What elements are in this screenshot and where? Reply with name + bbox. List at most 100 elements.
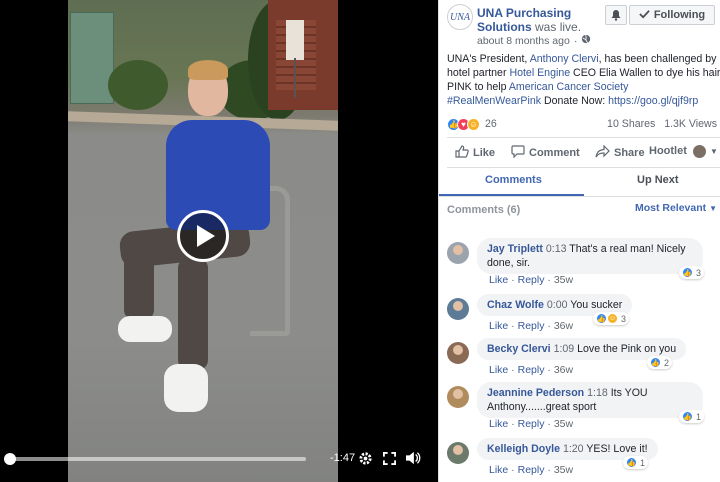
commenter-name[interactable]: Kelleigh Doyle xyxy=(487,443,560,455)
comment-reactions[interactable]: 👍 3 xyxy=(679,266,705,279)
comment-reply-link[interactable]: Reply xyxy=(518,274,545,286)
commenter-avatar[interactable] xyxy=(447,298,469,320)
like-button[interactable]: Like xyxy=(455,145,495,161)
comment-reply-link[interactable]: Reply xyxy=(518,364,545,376)
progress-bar[interactable] xyxy=(10,457,306,461)
hootlet-button[interactable]: Hootlet xyxy=(649,145,687,157)
comment-timestamp[interactable]: 0:13 xyxy=(546,243,567,255)
tab-up-next[interactable]: Up Next xyxy=(637,174,679,186)
commenter-name[interactable]: Jeannine Pederson xyxy=(487,387,584,399)
comment-like-link[interactable]: Like xyxy=(489,464,508,476)
comment-timestamp[interactable]: 1:18 xyxy=(587,387,608,399)
commenter-avatar[interactable] xyxy=(447,386,469,408)
notification-bell-icon[interactable] xyxy=(605,5,627,25)
comment-text: Anthony.......great sport xyxy=(487,401,597,413)
comment-label: Comment xyxy=(529,147,580,159)
comment-timestamp[interactable]: 1:20 xyxy=(563,443,584,455)
commenter-name[interactable]: Chaz Wolfe xyxy=(487,299,544,311)
reaction-count: 2 xyxy=(664,357,670,368)
hair xyxy=(188,60,228,80)
share-icon xyxy=(595,144,610,161)
comment-actions: Like · Reply · 35w xyxy=(489,464,574,476)
comment-reactions[interactable]: 👍 1 xyxy=(623,456,649,469)
comment-reactions[interactable]: 👍 ☺ 3 xyxy=(593,312,630,325)
reaction-count: 1 xyxy=(640,457,646,468)
comment-text: You sucker xyxy=(570,299,623,311)
volume-icon[interactable] xyxy=(404,449,422,467)
comment-like-link[interactable]: Like xyxy=(489,320,508,332)
comment-button[interactable]: Comment xyxy=(511,145,580,161)
hootlet-label: Hootlet xyxy=(649,145,687,157)
sign-post xyxy=(294,58,296,98)
comment-reply-link[interactable]: Reply xyxy=(518,464,545,476)
commenter-avatar[interactable] xyxy=(447,442,469,464)
following-button[interactable]: Following xyxy=(629,5,715,25)
comment-age[interactable]: 36w xyxy=(554,364,573,376)
fullscreen-icon[interactable] xyxy=(380,449,398,467)
views-count: 1.3K Views xyxy=(664,118,717,130)
comment-text: That's a real man! Nicely xyxy=(569,243,686,255)
viewer-avatar xyxy=(693,145,706,158)
comment-actions: Like · Reply · 36w xyxy=(489,364,574,376)
shares-count[interactable]: 10 Shares xyxy=(607,118,655,130)
comment-text: Its YOU xyxy=(610,387,648,399)
comment-bubble: Jeannine Pederson 1:18 Its YOU Anthony..… xyxy=(477,382,703,418)
comments-count: Comments (6) xyxy=(447,204,521,216)
comment-actions: Like · Reply · 35w xyxy=(489,418,574,430)
video-player[interactable]: -1:47 xyxy=(0,0,438,482)
chevron-down-icon: ▼ xyxy=(709,204,717,213)
comment-age[interactable]: 36w xyxy=(554,320,573,332)
shares-views: 10 Shares 1.3K Views xyxy=(607,118,717,130)
comment-like-link[interactable]: Like xyxy=(489,364,508,376)
donate-link[interactable]: https://goo.gl/qjf9rp xyxy=(608,95,698,107)
reaction-count[interactable]: 26 xyxy=(485,118,497,130)
progress-handle[interactable] xyxy=(4,453,16,465)
comment-bubble: Jay Triplett 0:13 That's a real man! Nic… xyxy=(477,238,703,274)
sort-dropdown[interactable]: Most Relevant ▼ xyxy=(635,202,717,214)
share-button[interactable]: Share xyxy=(595,144,645,161)
tag-hotel-engine[interactable]: Hotel Engine xyxy=(509,67,570,79)
parking-sign xyxy=(286,20,304,60)
commenter-name[interactable]: Becky Clervi xyxy=(487,343,551,355)
panel-tabs: Comments Up Next xyxy=(439,168,720,196)
gear-icon[interactable] xyxy=(356,449,374,467)
commenter-avatar[interactable] xyxy=(447,342,469,364)
comment-age[interactable]: 35w xyxy=(554,418,573,430)
comment-reactions[interactable]: 👍 1 xyxy=(679,410,705,423)
post-time[interactable]: about 8 months ago xyxy=(477,35,570,47)
reaction-summary[interactable]: 👍 ♥ ☺ xyxy=(447,118,480,131)
post-text: UNA's President, Anthony Clervi, has bee… xyxy=(447,52,720,108)
leg xyxy=(124,240,154,320)
like-label: Like xyxy=(473,147,496,159)
comment-like-link[interactable]: Like xyxy=(489,274,508,286)
tab-comments[interactable]: Comments xyxy=(485,174,542,186)
comment-reply-link[interactable]: Reply xyxy=(518,418,545,430)
comment-timestamp[interactable]: 0:00 xyxy=(547,299,568,311)
comment-text: Love the Pink on you xyxy=(577,343,677,355)
chevron-down-icon: ▼ xyxy=(710,147,718,156)
page-avatar[interactable]: UNA xyxy=(447,4,473,30)
comment-age[interactable]: 35w xyxy=(554,464,573,476)
tag-anthony-clervi[interactable]: Anthony Clervi xyxy=(530,53,599,65)
shrub xyxy=(108,60,168,110)
following-label: Following xyxy=(653,9,706,21)
hashtag-link[interactable]: #RealMenWearPink xyxy=(447,95,541,107)
comment-like-link[interactable]: Like xyxy=(489,418,508,430)
commenter-name[interactable]: Jay Triplett xyxy=(487,243,543,255)
comment-reactions[interactable]: 👍 2 xyxy=(647,356,673,369)
haha-reaction-icon: ☺ xyxy=(467,118,480,131)
like-reaction-icon: 👍 xyxy=(626,457,637,468)
comment-reply-link[interactable]: Reply xyxy=(518,320,545,332)
shoe xyxy=(118,316,172,342)
comment-actions: Like · Reply · 36w xyxy=(489,320,574,332)
commenter-avatar[interactable] xyxy=(447,242,469,264)
comment-timestamp[interactable]: 1:09 xyxy=(554,343,575,355)
like-reaction-icon: 👍 xyxy=(596,313,607,324)
viewer-avatar-dropdown[interactable]: ▼ xyxy=(693,145,718,158)
blue-shirt xyxy=(166,120,270,230)
post-text-part: Donate Now: xyxy=(541,95,609,107)
post-stats: 👍 ♥ ☺ 26 10 Shares 1.3K Views xyxy=(447,118,717,132)
play-icon[interactable] xyxy=(177,210,229,262)
tag-american-cancer-society[interactable]: American Cancer Society xyxy=(509,81,629,93)
comment-age[interactable]: 35w xyxy=(554,274,573,286)
